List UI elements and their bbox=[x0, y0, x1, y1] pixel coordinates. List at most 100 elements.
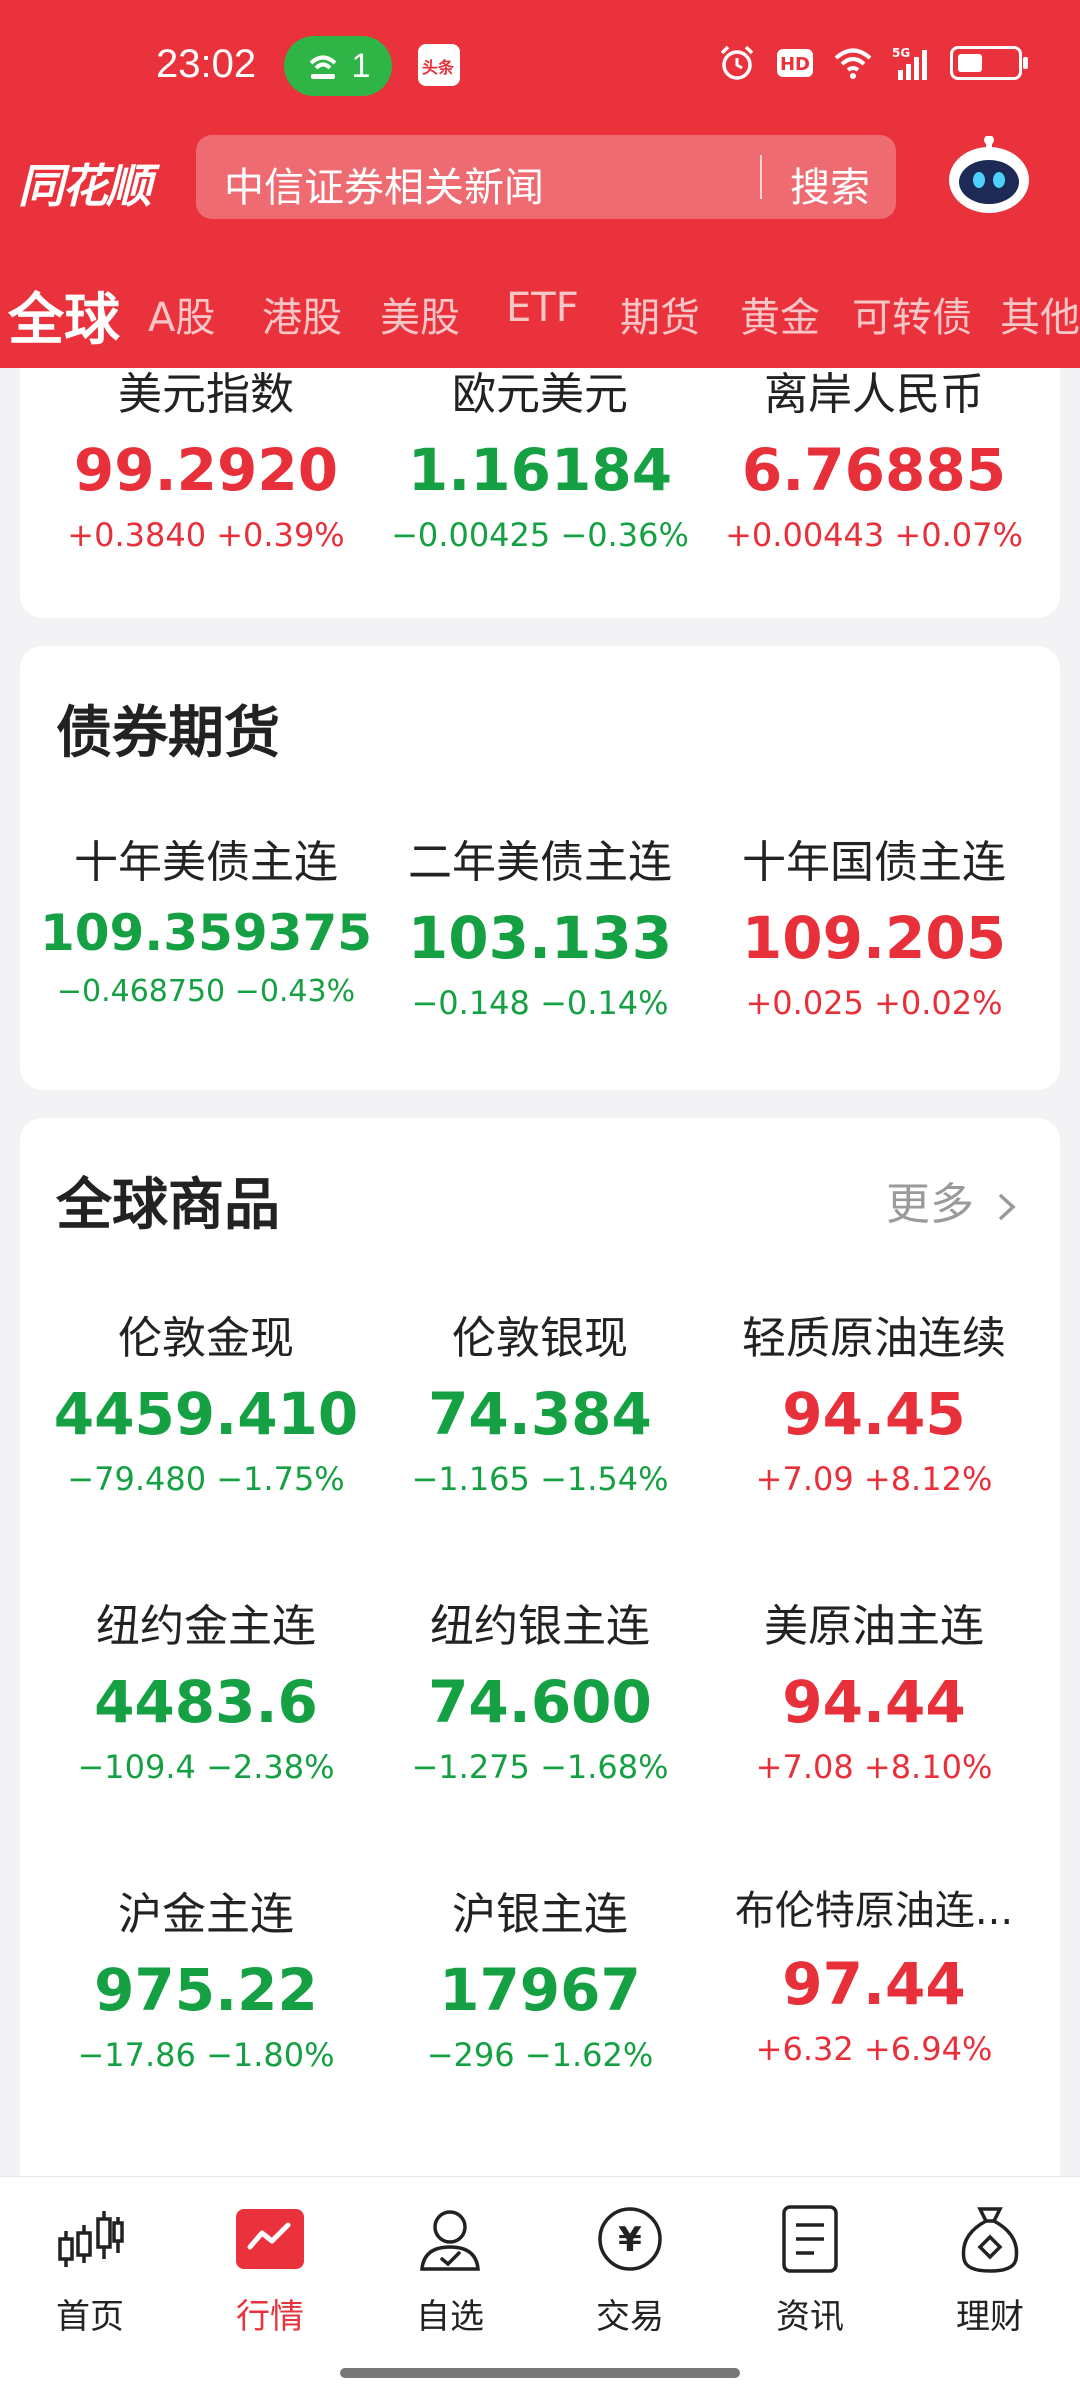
search-bar[interactable]: 中信证券相关新闻 搜索 bbox=[196, 135, 896, 219]
tab-a-shares[interactable]: A股 bbox=[148, 285, 215, 343]
quote-value: 94.44 bbox=[782, 1668, 966, 1736]
svg-text:¥: ¥ bbox=[618, 2220, 642, 2260]
quote-value: 103.133 bbox=[407, 904, 673, 972]
status-icons: HD 5G bbox=[718, 44, 1028, 82]
quote-name: 二年美债主连 bbox=[408, 837, 672, 888]
more-label: 更多 bbox=[886, 1179, 974, 1230]
quote-cell[interactable]: 沪银主连 17967 −296 −1.62% bbox=[370, 1878, 710, 2074]
quote-cell[interactable]: 布伦特原油连... 97.44 +6.32 +6.94% bbox=[704, 1878, 1044, 2068]
nav-label: 理财 bbox=[956, 2297, 1024, 2337]
quote-value: 6.76885 bbox=[741, 436, 1007, 504]
wifi-icon bbox=[834, 48, 872, 79]
global-commodities-card: 全球商品 更多 伦敦金现 4459.410 −79.480 −1.75% 伦敦银… bbox=[20, 1118, 1060, 2238]
robot-assistant-icon[interactable] bbox=[946, 136, 1032, 216]
hotspot-icon bbox=[309, 55, 336, 79]
quote-change: +0.3840 +0.39% bbox=[67, 516, 345, 554]
money-bag-icon bbox=[961, 2207, 1019, 2273]
market-chart-icon bbox=[236, 2209, 304, 2269]
quote-change: −17.86 −1.80% bbox=[77, 2036, 335, 2074]
quote-change: −109.4 −2.38% bbox=[77, 1748, 335, 1786]
nav-label: 交易 bbox=[596, 2297, 664, 2337]
quote-name: 沪金主连 bbox=[118, 1889, 294, 1940]
tab-hk-stocks[interactable]: 港股 bbox=[262, 285, 342, 343]
quote-value: 4459.410 bbox=[53, 1380, 359, 1448]
nav-watchlist[interactable]: 自选 bbox=[360, 2203, 540, 2338]
quote-change: −296 −1.62% bbox=[426, 2036, 654, 2074]
more-link[interactable]: 更多 bbox=[886, 1168, 1020, 1232]
quote-name: 伦敦金现 bbox=[118, 1313, 294, 1364]
quote-change: −0.00425 −0.36% bbox=[391, 516, 689, 554]
quote-change: −1.165 −1.54% bbox=[411, 1460, 669, 1498]
svg-text:5G: 5G bbox=[892, 46, 910, 60]
quote-value: 1.16184 bbox=[407, 436, 673, 504]
quote-name: 沪银主连 bbox=[452, 1889, 628, 1940]
quote-cell[interactable]: 纽约银主连 74.600 −1.275 −1.68% bbox=[370, 1590, 710, 1786]
hd-icon: HD bbox=[777, 49, 813, 77]
quote-value: 99.2920 bbox=[73, 436, 339, 504]
nav-wealth[interactable]: 理财 bbox=[900, 2203, 1080, 2338]
battery-icon bbox=[950, 46, 1028, 80]
tab-us-stocks[interactable]: 美股 bbox=[380, 285, 460, 343]
quote-cell[interactable]: 沪金主连 975.22 −17.86 −1.80% bbox=[36, 1878, 376, 2074]
quote-value: 97.44 bbox=[782, 1950, 966, 2018]
hotspot-pill[interactable]: 1 bbox=[284, 36, 392, 96]
quote-cell[interactable]: 伦敦银现 74.384 −1.165 −1.54% bbox=[370, 1302, 710, 1498]
quote-value: 17967 bbox=[439, 1956, 641, 2024]
quote-cell[interactable]: 十年国债主连 109.205 +0.025 +0.02% bbox=[704, 826, 1044, 1022]
quote-change: −79.480 −1.75% bbox=[67, 1460, 345, 1498]
tab-futures[interactable]: 期货 bbox=[620, 285, 700, 343]
news-app-label: 头条 bbox=[422, 58, 455, 77]
quote-value: 975.22 bbox=[94, 1956, 318, 2024]
search-divider bbox=[760, 155, 762, 199]
nav-home[interactable]: 首页 bbox=[0, 2203, 180, 2338]
hotspot-count: 1 bbox=[351, 46, 371, 85]
quote-value: 94.45 bbox=[782, 1380, 966, 1448]
quote-cell[interactable]: 纽约金主连 4483.6 −109.4 −2.38% bbox=[36, 1590, 376, 1786]
nav-news[interactable]: 资讯 bbox=[720, 2203, 900, 2338]
quote-change: +0.00443 +0.07% bbox=[725, 516, 1023, 554]
quote-name: 十年国债主连 bbox=[742, 837, 1006, 888]
quote-value: 109.205 bbox=[741, 904, 1007, 972]
tab-other[interactable]: 其他 bbox=[1000, 285, 1080, 343]
search-button[interactable]: 搜索 bbox=[790, 155, 870, 213]
quote-name: 轻质原油连续 bbox=[742, 1313, 1006, 1364]
chevron-right-icon bbox=[998, 1193, 1016, 1221]
quote-name: 美原油主连 bbox=[764, 1601, 984, 1652]
quote-cell[interactable]: 伦敦金现 4459.410 −79.480 −1.75% bbox=[36, 1302, 376, 1498]
quote-cell[interactable]: 离岸人民币 6.76885 +0.00443 +0.07% bbox=[704, 358, 1044, 554]
home-indicator[interactable] bbox=[340, 2368, 740, 2378]
quote-change: +7.09 +8.12% bbox=[755, 1460, 993, 1498]
quote-name: 十年美债主连 bbox=[74, 837, 338, 888]
quote-change: +7.08 +8.10% bbox=[755, 1748, 993, 1786]
quote-name: 布伦特原油连... bbox=[734, 1888, 1014, 1934]
tab-etf[interactable]: ETF bbox=[506, 285, 579, 331]
nav-label: 首页 bbox=[56, 2297, 124, 2337]
quote-cell[interactable]: 美原油主连 94.44 +7.08 +8.10% bbox=[704, 1590, 1044, 1786]
nav-trade[interactable]: ¥ 交易 bbox=[540, 2203, 720, 2338]
quote-cell[interactable]: 二年美债主连 103.133 −0.148 −0.14% bbox=[370, 826, 710, 1022]
svg-text:HD: HD bbox=[780, 54, 810, 75]
status-time: 23:02 bbox=[156, 42, 257, 86]
app-logo: 同花顺 bbox=[18, 159, 152, 213]
app-header: 23:02 1 头条 HD 5G 同花顺 中信证券相关新闻 搜索 全球 A股 港… bbox=[0, 0, 1080, 368]
signal-5g-icon: 5G bbox=[892, 46, 927, 80]
quote-cell[interactable]: 美元指数 99.2920 +0.3840 +0.39% bbox=[36, 358, 376, 554]
quote-cell[interactable]: 十年美债主连 109.359375 −0.468750 −0.43% bbox=[36, 826, 376, 1009]
quote-value: 74.600 bbox=[428, 1668, 652, 1736]
section-title: 全球商品 bbox=[56, 1173, 280, 1238]
quote-cell[interactable]: 轻质原油连续 94.45 +7.09 +8.12% bbox=[704, 1302, 1044, 1498]
quote-name: 伦敦银现 bbox=[452, 1313, 628, 1364]
quote-cell[interactable]: 欧元美元 1.16184 −0.00425 −0.36% bbox=[370, 358, 710, 554]
quote-name: 纽约银主连 bbox=[430, 1601, 650, 1652]
market-tabs: 全球 A股 港股 美股 ETF 期货 黄金 可转债 其他 bbox=[0, 275, 1080, 353]
tab-convertible-bonds[interactable]: 可转债 bbox=[852, 285, 972, 343]
alarm-icon bbox=[720, 45, 754, 80]
yuan-coin-icon: ¥ bbox=[598, 2207, 662, 2271]
tab-gold[interactable]: 黄金 bbox=[740, 285, 820, 343]
search-input[interactable]: 中信证券相关新闻 bbox=[224, 155, 544, 213]
candlestick-icon bbox=[58, 2211, 124, 2267]
quote-name: 纽约金主连 bbox=[96, 1601, 316, 1652]
tab-global[interactable]: 全球 bbox=[8, 275, 120, 356]
quote-change: −0.148 −0.14% bbox=[411, 984, 669, 1022]
nav-market[interactable]: 行情 bbox=[180, 2203, 360, 2338]
